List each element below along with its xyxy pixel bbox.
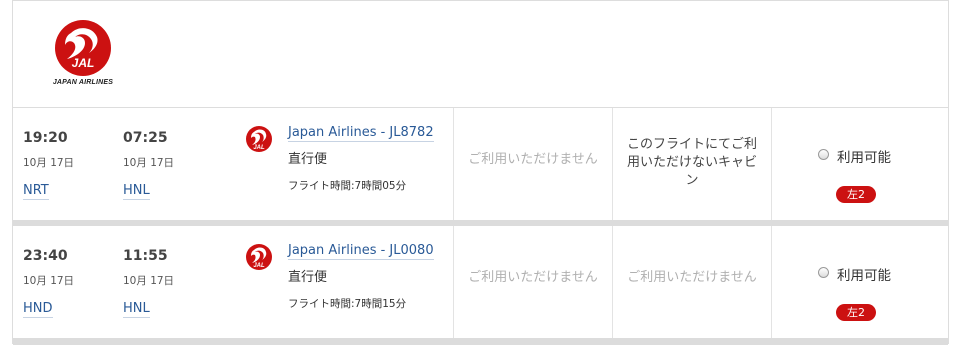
fare-cell-3[interactable]: 利用可能 左2	[771, 108, 949, 220]
fare-cell-3[interactable]: 利用可能 左2	[771, 226, 949, 338]
arrival-time: 11:55	[123, 248, 168, 264]
flight-results-panel: JAL JAPAN AIRLINES 19:20 10月 17日 NRT 07:…	[12, 0, 949, 345]
flight-row: 23:40 10月 17日 HND 11:55 10月 17日 HNL JAL …	[13, 226, 948, 338]
nonstop-label: 直行便	[288, 152, 328, 167]
flight-number-link[interactable]: Japan Airlines - JL8782	[288, 124, 434, 142]
fare-radio-button[interactable]	[818, 267, 829, 278]
unavailable-text: ご利用いただけません	[627, 270, 757, 285]
icon-jal-text: JAL	[253, 145, 265, 151]
jal-crane-icon: JAL	[246, 244, 272, 270]
departure-airport-link[interactable]: NRT	[23, 183, 49, 200]
nonstop-label: 直行便	[288, 270, 328, 285]
departure-airport-link[interactable]: HND	[23, 301, 53, 318]
arrival-time: 07:25	[123, 130, 168, 146]
departure-date: 10月 17日	[23, 157, 75, 169]
seats-left-badge: 左2	[836, 186, 876, 203]
arrival-airport-link[interactable]: HNL	[123, 183, 150, 200]
flight-duration: フライト時間:7時間15分	[288, 298, 407, 310]
jal-crane-icon: JAL	[246, 126, 272, 152]
arrival-date: 10月 17日	[123, 275, 175, 287]
airline-header: JAL JAPAN AIRLINES	[13, 1, 948, 108]
departure-date: 10月 17日	[23, 275, 75, 287]
arrival-date: 10月 17日	[123, 157, 175, 169]
fare-cell-2: このフライトにてご利用いただけないキャビン	[612, 108, 771, 220]
departure-time: 19:20	[23, 130, 68, 146]
fare-cell-1: ご利用いただけません	[453, 226, 612, 338]
departure-time: 23:40	[23, 248, 68, 264]
arrival-airport-link[interactable]: HNL	[123, 301, 150, 318]
available-label: 利用可能	[837, 268, 891, 284]
jal-logo: JAL JAPAN AIRLINES	[41, 19, 125, 93]
fare-radio-button[interactable]	[818, 149, 829, 160]
crane-logo-icon: JAL	[55, 20, 111, 76]
flight-number-link[interactable]: Japan Airlines - JL0080	[288, 242, 434, 260]
seats-left-badge: 左2	[836, 304, 876, 321]
fare-cell-2: ご利用いただけません	[612, 226, 771, 338]
flight-duration: フライト時間:7時間05分	[288, 180, 407, 192]
logo-jal-text: JAL	[72, 56, 95, 70]
unavailable-text: ご利用いただけません	[468, 152, 598, 167]
icon-jal-text: JAL	[253, 263, 265, 269]
available-label: 利用可能	[837, 150, 891, 166]
fare-cell-1: ご利用いただけません	[453, 108, 612, 220]
cabin-unavailable-note: このフライトにてご利用いただけないキャビン	[627, 137, 758, 188]
airline-wordmark: JAPAN AIRLINES	[52, 79, 114, 86]
flight-row: 19:20 10月 17日 NRT 07:25 10月 17日 HNL JAL …	[13, 108, 948, 220]
unavailable-text: ご利用いただけません	[468, 270, 598, 285]
